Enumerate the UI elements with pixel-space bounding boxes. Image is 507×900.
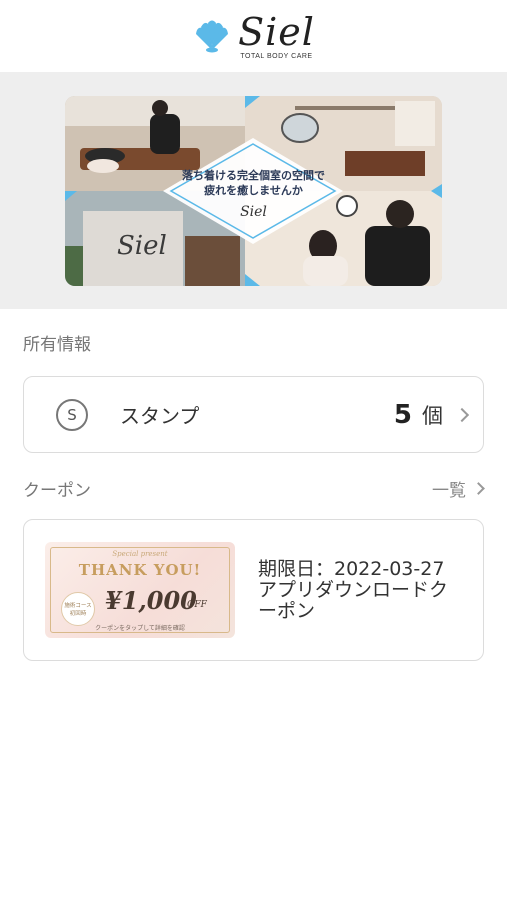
coupon-card[interactable]: Special present THANK YOU! 施術コース 初回時 ¥1,…	[23, 519, 484, 661]
coupon-info: 期限日：2022-03-27 アプリダウンロードクーポン	[258, 557, 463, 622]
coupon-list-link-label: 一覧	[432, 480, 466, 501]
banner-copy-line1: 落ち着ける完全個室の空間で	[182, 168, 325, 182]
stamp-label: スタンプ	[120, 404, 200, 428]
banner-logo: Siel	[240, 203, 267, 220]
chevron-right-icon	[454, 407, 470, 422]
brand-logo: Siel TOTAL BODY CARE	[192, 13, 315, 60]
banner-copy: 落ち着ける完全個室の空間で 疲れを癒しませんか	[65, 168, 442, 198]
stamp-s-icon: S	[56, 398, 88, 431]
coupon-expiry: 期限日：2022-03-27	[258, 557, 445, 580]
logo-tagline: TOTAL BODY CARE	[240, 52, 313, 60]
promo-banner[interactable]: 落ち着ける完全個室の空間で 疲れを癒しませんか Siel Siel	[65, 95, 442, 286]
stamp-unit: 個	[422, 403, 443, 428]
coupon-thumb-note: クーポンをタップして詳細を確認	[95, 625, 185, 632]
stamp-card[interactable]: S スタンプ 5 個	[23, 376, 484, 453]
chevron-right-icon	[472, 481, 485, 495]
coupon-name: アプリダウンロードクーポン	[258, 578, 449, 622]
coupon-thumb-title: THANK YOU!	[78, 561, 202, 579]
shell-logo-icon	[196, 20, 229, 53]
coupon-section-title: クーポン	[23, 480, 91, 501]
coupon-thumb-badge: 施術コース 初回時	[61, 592, 95, 626]
owned-info-title: 所有情報	[23, 335, 91, 355]
banner-copy-line2: 疲れを癒しませんか	[204, 183, 303, 197]
coupon-list-link[interactable]: 一覧	[432, 476, 485, 501]
banner-sign-logo: Siel	[117, 230, 167, 261]
banner-area: 落ち着ける完全個室の空間で 疲れを癒しませんか Siel Siel	[0, 72, 507, 309]
coupon-thumb-special: Special present	[112, 550, 168, 558]
coupon-thumb-badge-line1: 施術コース	[64, 603, 92, 609]
app-header: Siel TOTAL BODY CARE	[0, 0, 507, 72]
logo-wordmark: Siel	[238, 9, 315, 54]
coupon-thumbnail: Special present THANK YOU! 施術コース 初回時 ¥1,…	[45, 542, 235, 638]
stamp-count: 5	[393, 399, 412, 430]
coupon-thumb-amount: ¥1,000	[105, 586, 197, 615]
coupon-thumb-off: OFF	[187, 600, 207, 610]
coupon-thumb-badge-line2: 初回時	[69, 611, 87, 617]
coupon-section-header: クーポン 一覧	[0, 475, 507, 501]
